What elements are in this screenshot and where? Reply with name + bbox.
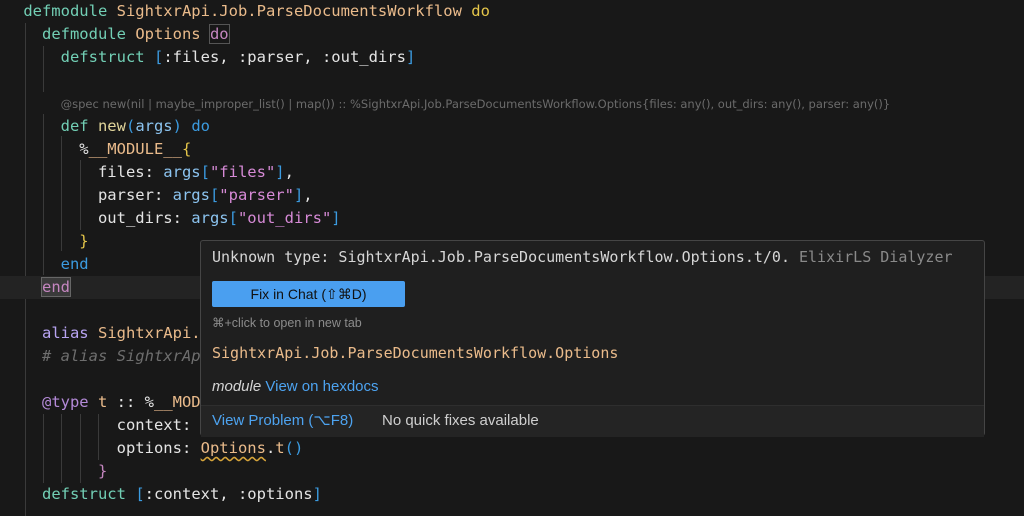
code-token: new: [97, 117, 126, 135]
code-token: defmodule: [23, 2, 117, 20]
code-token: Options: [135, 25, 210, 43]
code-token: [: [228, 209, 238, 227]
code-token: SightxrApi.Job.ParseDocumentsWorkflow: [116, 2, 472, 20]
module-name-link[interactable]: SightxrApi.Job.ParseDocumentsWorkflow.Op…: [212, 344, 618, 362]
code-token: do: [191, 117, 210, 135]
code-token: [: [153, 48, 164, 66]
code-token: args: [191, 209, 229, 227]
code-token: ,: [284, 163, 294, 181]
code-token: files:: [97, 163, 164, 181]
code-token: ]: [331, 209, 341, 227]
kind-label: module: [212, 378, 262, 395]
code-token: "parser": [219, 186, 294, 204]
error-text: Unknown type: SightxrApi.Job.ParseDocume…: [212, 248, 790, 266]
code-token: "files": [209, 163, 276, 181]
code-token: ]: [275, 163, 285, 181]
indent-guide: [98, 414, 99, 460]
diagnostic-message: Unknown type: SightxrApi.Job.ParseDocume…: [212, 248, 953, 266]
code-token: [: [135, 485, 145, 503]
code-token: __MOD: [153, 393, 201, 411]
code-token: end: [40, 277, 71, 297]
view-problem-link[interactable]: View Problem (⌥F8): [212, 406, 353, 436]
indent-guide: [25, 23, 26, 516]
diagnostic-hover-popup: Unknown type: SightxrApi.Job.ParseDocume…: [200, 240, 985, 437]
diagnostic-source: ElixirLS Dialyzer: [799, 248, 953, 266]
code-token: ]: [405, 48, 416, 66]
indent-guide: [61, 136, 62, 251]
code-token: [: [209, 186, 220, 204]
code-token: :: %: [116, 393, 154, 411]
code-token: ): [172, 117, 182, 135]
module-kind-row: module View on hexdocs: [212, 378, 379, 395]
code-token: args: [172, 186, 210, 204]
code-token: [: [200, 163, 210, 181]
indent-guide: [80, 414, 81, 483]
code-token: context:: [116, 416, 192, 434]
indent-guide: [43, 414, 44, 483]
code-token: def: [60, 117, 98, 135]
code-token: t: [97, 393, 117, 411]
indent-guide: [61, 414, 62, 483]
indent-guide: [43, 46, 44, 92]
view-on-hexdocs-link[interactable]: View on hexdocs: [265, 378, 378, 395]
code-token: %: [79, 140, 89, 158]
code-token: SightxrApi.: [97, 324, 201, 342]
code-token: }: [79, 232, 89, 250]
code-token: ]: [312, 485, 322, 503]
code-token: ]: [293, 186, 304, 204]
code-token: defmodule: [41, 25, 136, 43]
code-token: do: [208, 24, 230, 44]
no-quick-fixes-text: No quick fixes available: [382, 412, 539, 429]
code-token: alias: [41, 324, 98, 342]
error-squiggle-token: Options: [200, 439, 266, 457]
inline-spec-hint: @spec new(nil | maybe_improper_list() | …: [60, 97, 891, 111]
code-token: do: [471, 2, 490, 20]
fix-in-chat-button[interactable]: Fix in Chat (⇧⌘D): [212, 281, 405, 307]
code-token: options:: [116, 439, 201, 457]
code-token: __MODULE__: [88, 140, 182, 158]
code-token: .: [265, 439, 276, 457]
code-token: out_dirs:: [97, 209, 192, 227]
code-token: :context, :options: [144, 485, 313, 503]
code-token: defstruct: [41, 485, 136, 503]
code-token: (: [125, 117, 136, 135]
code-token: parser:: [97, 186, 173, 204]
code-token: args: [135, 117, 173, 135]
indent-guide: [80, 160, 81, 230]
code-token: ,: [303, 186, 313, 204]
code-token: :files, :parser, :out_dirs: [163, 48, 406, 66]
code-token: }: [97, 462, 108, 480]
code-token: "out_dirs": [237, 209, 332, 227]
code-token: # alias SightxrAp: [41, 347, 201, 365]
code-token: t: [275, 439, 285, 457]
code-token: args: [163, 163, 201, 181]
code-token: (): [284, 439, 304, 457]
open-in-new-tab-hint: ⌘+click to open in new tab: [212, 316, 362, 330]
indent-guide: [43, 114, 44, 275]
code-token: defstruct: [60, 48, 154, 66]
code-token: end: [60, 255, 89, 273]
hover-status-bar: View Problem (⌥F8) No quick fixes availa…: [201, 405, 984, 437]
code-token: @type: [41, 393, 98, 411]
code-token: {: [181, 140, 192, 158]
